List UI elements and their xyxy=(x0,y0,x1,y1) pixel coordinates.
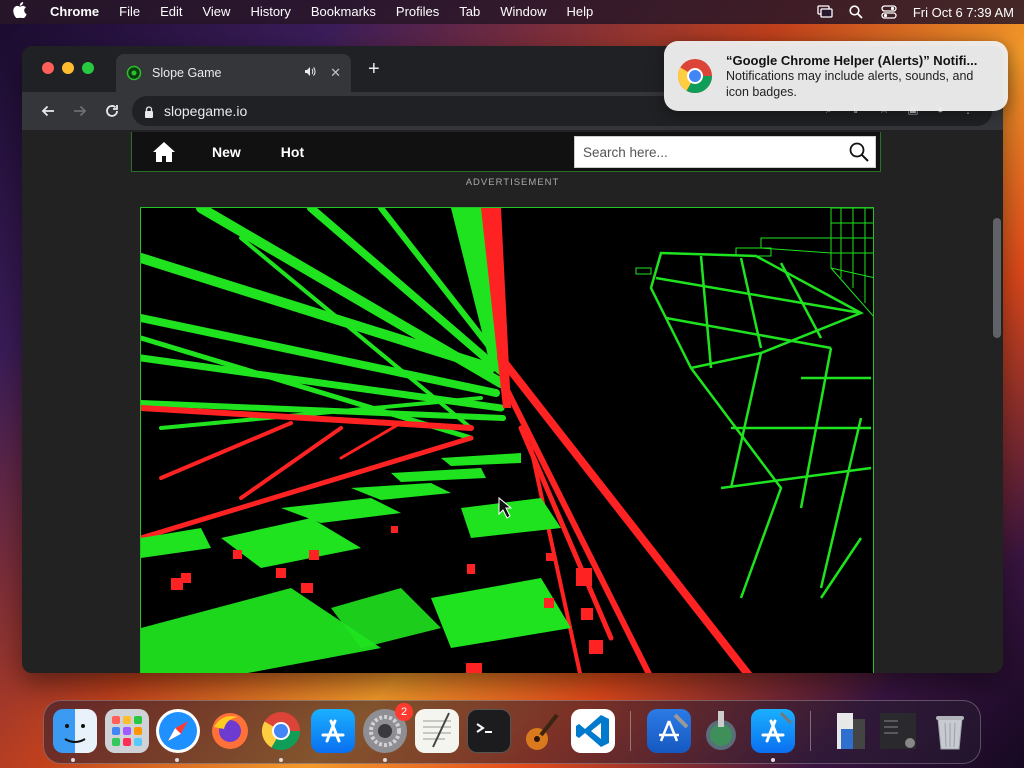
site-navbar: New Hot xyxy=(131,132,881,172)
menu-help[interactable]: Help xyxy=(557,0,604,24)
notification-body: Notifications may include alerts, sounds… xyxy=(726,68,974,99)
page-scrollbar[interactable] xyxy=(993,218,1001,338)
menubar-clock[interactable]: Fri Oct 6 7:39 AM xyxy=(913,5,1014,20)
zoom-window-button[interactable] xyxy=(82,62,94,74)
close-window-button[interactable] xyxy=(42,62,54,74)
terminal-icon[interactable] xyxy=(467,709,511,753)
menu-bookmarks[interactable]: Bookmarks xyxy=(301,0,386,24)
tab-slope-game[interactable]: Slope Game ✕ xyxy=(116,54,351,92)
chrome-dock-icon[interactable] xyxy=(259,709,303,753)
firefox-icon[interactable] xyxy=(208,709,252,753)
close-tab-icon[interactable]: ✕ xyxy=(330,65,341,81)
dock: 2 xyxy=(43,700,981,764)
notification-banner[interactable]: “Google Chrome Helper (Alerts)” Notifi..… xyxy=(664,41,1008,111)
chrome-window: Slope Game ✕ + slopegame.io ⌕ ⇪ ☆ xyxy=(22,46,1003,673)
menu-window[interactable]: Window xyxy=(490,0,556,24)
game-canvas[interactable] xyxy=(140,207,874,673)
safari-icon[interactable] xyxy=(156,709,200,753)
tab-title: Slope Game xyxy=(152,66,222,80)
app-store-icon[interactable] xyxy=(311,709,355,753)
minimize-window-button[interactable] xyxy=(62,62,74,74)
search-input[interactable] xyxy=(583,144,849,160)
settings-running-dot xyxy=(383,758,387,762)
notification-title: “Google Chrome Helper (Alerts)” Notifi..… xyxy=(726,52,978,68)
finder-icon[interactable] xyxy=(53,709,97,753)
nav-hot-link[interactable]: Hot xyxy=(281,144,304,160)
menu-tab[interactable]: Tab xyxy=(449,0,490,24)
launchpad-icon[interactable] xyxy=(105,709,149,753)
new-tab-button[interactable]: + xyxy=(368,58,380,81)
finder-running-dot xyxy=(71,758,75,762)
search-icon[interactable] xyxy=(849,142,869,162)
trash-icon[interactable] xyxy=(928,709,972,753)
migration-assistant-icon[interactable] xyxy=(699,709,743,753)
slope-game-scene xyxy=(141,208,873,673)
menu-bar: Chrome File Edit View History Bookmarks … xyxy=(0,0,1024,24)
textedit-icon[interactable] xyxy=(415,709,459,753)
screen-mirroring-icon[interactable] xyxy=(817,5,833,19)
menu-chrome[interactable]: Chrome xyxy=(40,0,109,24)
dock-separator xyxy=(630,711,631,751)
menu-history[interactable]: History xyxy=(240,0,300,24)
screenshot-stack-icon[interactable] xyxy=(876,709,920,753)
slope-favicon-icon xyxy=(126,65,142,81)
chrome-icon xyxy=(676,57,714,95)
apple-menu-icon[interactable] xyxy=(0,2,40,22)
lock-icon[interactable] xyxy=(144,105,154,118)
xcode-icon[interactable] xyxy=(647,709,691,753)
url-text: slopegame.io xyxy=(164,103,248,119)
speaker-icon[interactable] xyxy=(304,66,316,80)
simulator-running-dot xyxy=(771,758,775,762)
control-center-icon[interactable] xyxy=(881,5,897,19)
menu-profiles[interactable]: Profiles xyxy=(386,0,449,24)
vscode-icon[interactable] xyxy=(571,709,615,753)
advertisement-label: ADVERTISEMENT xyxy=(465,177,560,188)
forward-button[interactable] xyxy=(66,97,94,125)
reload-button[interactable] xyxy=(98,97,126,125)
chrome-running-dot xyxy=(279,758,283,762)
page-content: New Hot ADVERTISEMENT xyxy=(22,130,1003,673)
spotlight-search-icon[interactable] xyxy=(849,5,865,19)
menu-file[interactable]: File xyxy=(109,0,150,24)
back-button[interactable] xyxy=(34,97,62,125)
dock-separator-2 xyxy=(810,711,811,751)
notification-text: “Google Chrome Helper (Alerts)” Notifi..… xyxy=(726,53,996,100)
safari-running-dot xyxy=(175,758,179,762)
home-icon[interactable] xyxy=(152,141,176,163)
menu-view[interactable]: View xyxy=(192,0,240,24)
menu-edit[interactable]: Edit xyxy=(150,0,192,24)
system-settings-icon[interactable]: 2 xyxy=(363,703,413,753)
simulator-icon[interactable] xyxy=(751,709,795,753)
window-controls xyxy=(42,62,94,74)
downloads-stack-icon[interactable] xyxy=(827,709,871,753)
garageband-icon[interactable] xyxy=(519,709,563,753)
nav-new-link[interactable]: New xyxy=(212,144,241,160)
site-search xyxy=(574,136,876,168)
settings-badge: 2 xyxy=(395,703,413,721)
